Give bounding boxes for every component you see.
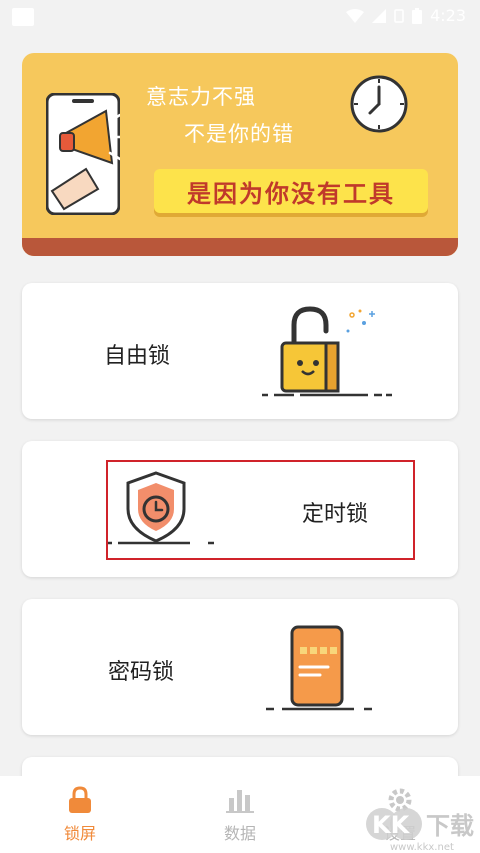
highlight-box (106, 460, 415, 560)
wifi-icon (346, 8, 365, 23)
tab-lock-screen-label: 锁屏 (63, 824, 96, 843)
svg-text:下载: 下载 (426, 812, 474, 840)
svg-text:www.kkx.net: www.kkx.net (390, 842, 454, 853)
unlocked-padlock-icon (262, 306, 392, 397)
lock-icon (69, 786, 91, 813)
tab-lock-screen[interactable]: 锁屏 (35, 786, 125, 848)
phone-megaphone-illustration (46, 93, 120, 215)
banner-line-2: 不是你的错 (184, 122, 294, 146)
banner-bottom-strip (22, 238, 458, 256)
banner-line-1: 意志力不强 (146, 85, 256, 109)
status-icons: 4:23 (346, 6, 466, 25)
status-bar: 4:23 (0, 0, 480, 34)
notification-icon (12, 8, 34, 26)
free-lock-label: 自由锁 (104, 344, 171, 369)
promo-banner: 意志力不强 不是你的错 是因为你没有工具 (22, 53, 458, 256)
kkx-watermark-logo: KK 下载 www.kkx.net (366, 808, 474, 853)
status-time: 4:23 (430, 6, 466, 25)
free-lock-card[interactable]: 自由锁 (22, 283, 458, 419)
battery-icon (412, 7, 423, 24)
banner-slogan: 是因为你没有工具 (154, 169, 428, 213)
tab-data[interactable]: 数据 (195, 786, 285, 848)
password-lock-label: 密码锁 (108, 660, 175, 685)
clock-icon (350, 75, 408, 133)
tab-data-label: 数据 (223, 824, 256, 843)
sim-icon (394, 8, 404, 23)
phone-password-icon (266, 625, 372, 711)
password-lock-card[interactable]: 密码锁 (22, 599, 458, 735)
bar-chart-icon (226, 790, 254, 813)
signal-icon (372, 8, 387, 23)
svg-text:KK: KK (372, 811, 411, 839)
